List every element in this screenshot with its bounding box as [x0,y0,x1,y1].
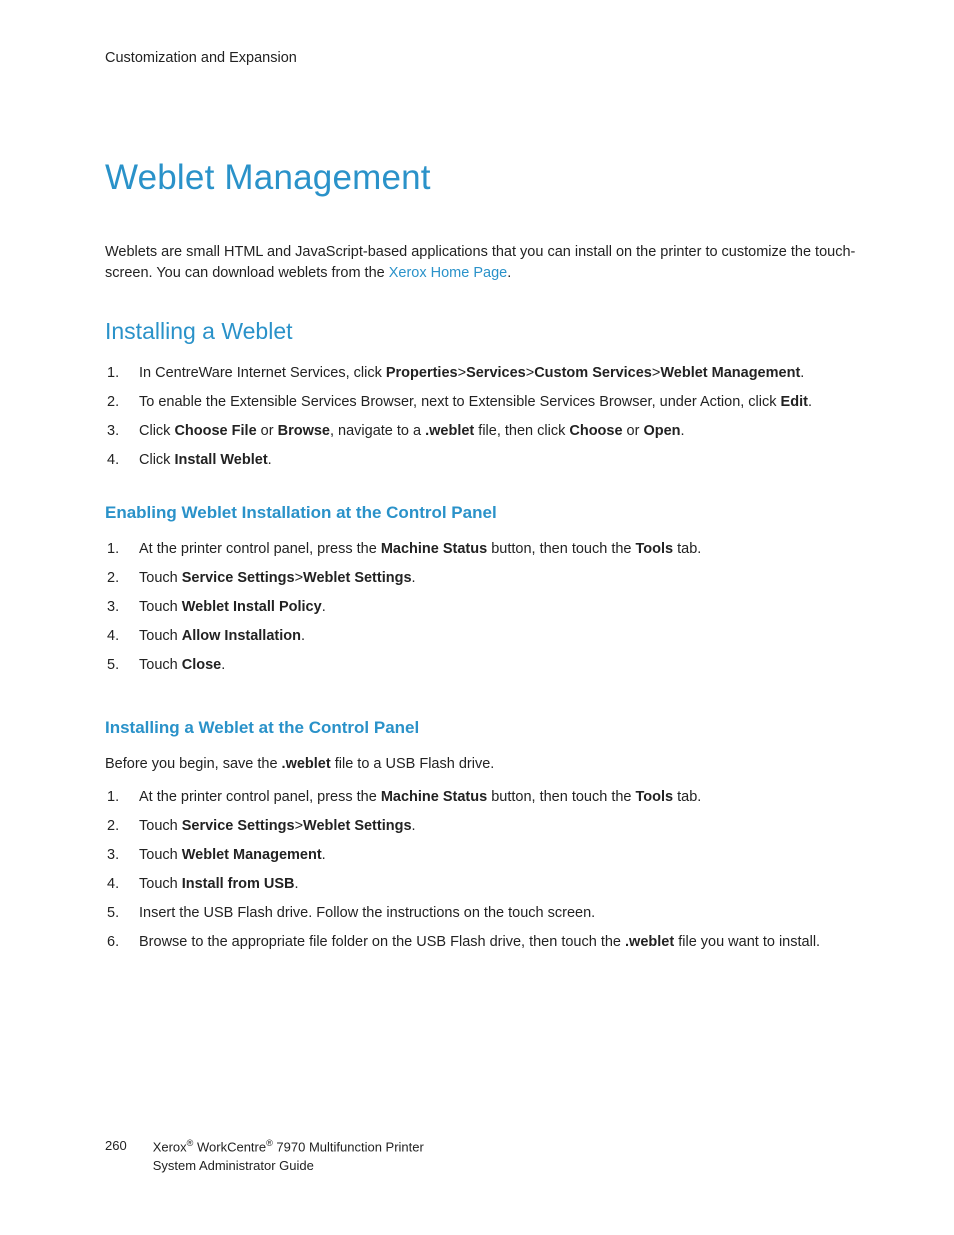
intro-paragraph: Weblets are small HTML and JavaScript-ba… [105,242,856,284]
list-item: Touch Service Settings>Weblet Settings. [137,568,856,589]
install-cp-steps: At the printer control panel, press the … [105,787,856,953]
install-steps: In CentreWare Internet Services, click P… [105,363,856,471]
page-number: 260 [105,1137,127,1155]
list-item: Browse to the appropriate file folder on… [137,932,856,953]
xerox-home-link[interactable]: Xerox Home Page [389,265,507,281]
list-item: Touch Service Settings>Weblet Settings. [137,816,856,837]
list-item: To enable the Extensible Services Browse… [137,392,856,413]
before-begin-text: Before you begin, save the .weblet file … [105,754,856,775]
heading-installing-weblet: Installing a Weblet [105,318,856,345]
list-item: At the printer control panel, press the … [137,539,856,560]
intro-text-after: . [507,265,511,281]
list-item: At the printer control panel, press the … [137,787,856,808]
list-item: Click Choose File or Browse, navigate to… [137,421,856,442]
list-item: Insert the USB Flash drive. Follow the i… [137,903,856,924]
heading-enabling-weblet: Enabling Weblet Installation at the Cont… [105,503,856,523]
list-item: Touch Weblet Management. [137,845,856,866]
page-footer: 260 Xerox® WorkCentre® 7970 Multifunction… [105,1137,424,1175]
list-item: Touch Install from USB. [137,874,856,895]
enable-steps: At the printer control panel, press the … [105,539,856,676]
heading-installing-weblet-cp: Installing a Weblet at the Control Panel [105,718,856,738]
page-title: Weblet Management [105,158,856,198]
list-item: Touch Allow Installation. [137,626,856,647]
footer-text: Xerox® WorkCentre® 7970 Multifunction Pr… [153,1137,424,1175]
list-item: Touch Close. [137,655,856,676]
section-header-label: Customization and Expansion [105,50,856,66]
list-item: Touch Weblet Install Policy. [137,597,856,618]
list-item: Click Install Weblet. [137,450,856,471]
list-item: In CentreWare Internet Services, click P… [137,363,856,384]
